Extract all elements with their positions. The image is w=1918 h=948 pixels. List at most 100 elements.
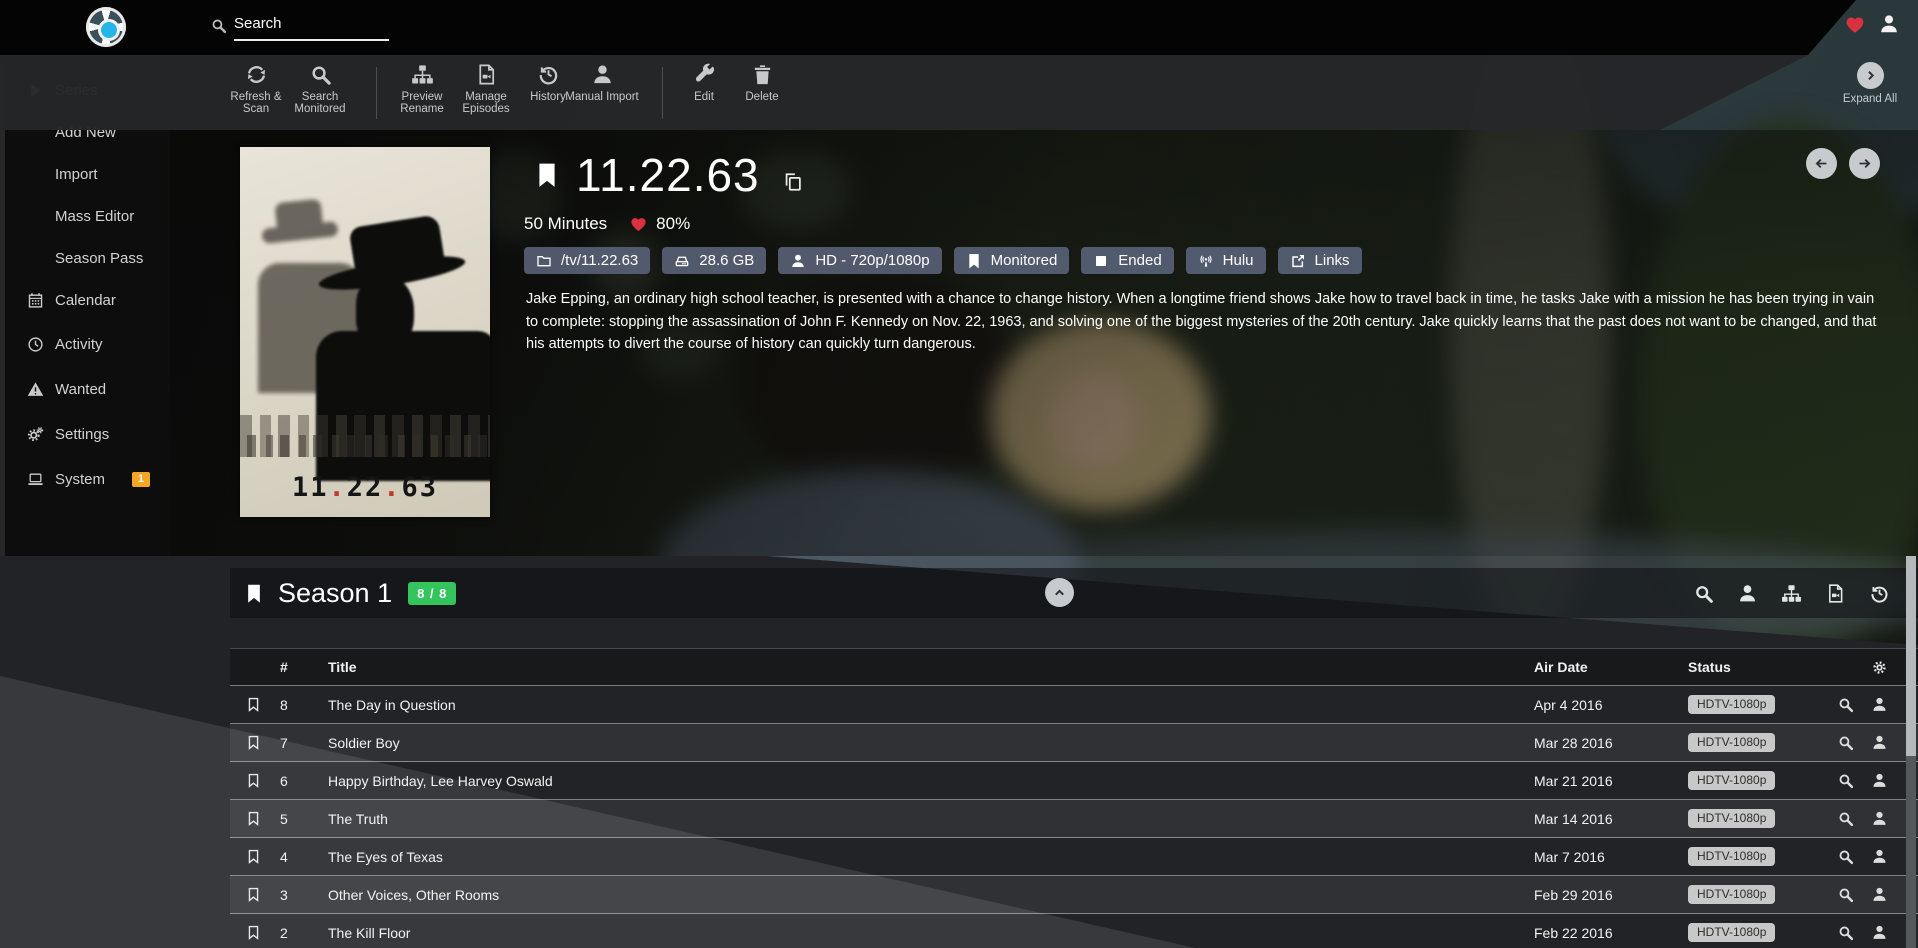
auto-search-icon[interactable]: [1837, 886, 1854, 903]
episode-title[interactable]: The Eyes of Texas: [328, 849, 1534, 865]
manual-search-icon[interactable]: [1871, 734, 1888, 751]
quality-badge: HDTV-1080p: [1688, 923, 1775, 942]
season-progress-badge: 8 / 8: [408, 582, 456, 605]
bookmark-icon: [966, 253, 982, 269]
bookmark-outline-icon[interactable]: [246, 733, 261, 752]
manual-search-icon[interactable]: [1871, 696, 1888, 713]
user-icon[interactable]: [1878, 13, 1900, 35]
person-icon: [591, 63, 614, 86]
next-series-button[interactable]: [1849, 148, 1880, 179]
table-row: 2 The Kill Floor Feb 22 2016 HDTV-1080p: [230, 914, 1918, 948]
expand-all-button[interactable]: Expand All: [1830, 62, 1910, 105]
auto-search-icon[interactable]: [1837, 696, 1854, 713]
search-icon: [210, 17, 227, 34]
search-input[interactable]: [234, 13, 389, 41]
delete-button[interactable]: Delete: [724, 63, 800, 125]
quality-badge: HDTV-1080p: [1688, 809, 1775, 828]
status-badge: Ended: [1081, 247, 1173, 274]
table-row: 7 Soldier Boy Mar 28 2016 HDTV-1080p: [230, 724, 1918, 762]
episode-air-date: Apr 4 2016: [1534, 697, 1688, 713]
manual-search-icon[interactable]: [1871, 772, 1888, 789]
series-title: 11.22.63: [576, 148, 760, 202]
size-badge: 28.6 GB: [662, 247, 766, 274]
quality-badge: HDTV-1080p: [1688, 733, 1775, 752]
episode-title[interactable]: The Kill Floor: [328, 925, 1534, 941]
history-icon[interactable]: [1869, 583, 1890, 604]
col-header-air-date[interactable]: Air Date: [1534, 659, 1688, 675]
wrench-icon: [693, 63, 716, 86]
season-action-icons: [1693, 583, 1890, 604]
quality-badge: HDTV-1080p: [1688, 771, 1775, 790]
stop-icon: [1093, 253, 1109, 269]
scrollbar-thumb[interactable]: [1906, 556, 1916, 756]
bookmark-outline-icon[interactable]: [246, 809, 261, 828]
manual-search-icon[interactable]: [1871, 810, 1888, 827]
manual-search-icon[interactable]: [1871, 848, 1888, 865]
episode-title[interactable]: Other Voices, Other Rooms: [328, 887, 1534, 903]
previous-series-button[interactable]: [1806, 148, 1837, 179]
episode-title[interactable]: Happy Birthday, Lee Harvey Oswald: [328, 773, 1534, 789]
col-header-title[interactable]: Title: [328, 659, 1534, 675]
series-poster: 11.22.63: [240, 147, 490, 517]
table-row: 5 The Truth Mar 14 2016 HDTV-1080p: [230, 800, 1918, 838]
table-row: 8 The Day in Question Apr 4 2016 HDTV-10…: [230, 686, 1918, 724]
sonarr-logo[interactable]: [86, 7, 126, 47]
donate-heart-icon[interactable]: [1844, 15, 1866, 35]
col-header-status[interactable]: Status: [1688, 659, 1824, 675]
bookmark-icon[interactable]: [534, 157, 560, 193]
series-badges: /tv/11.22.63 28.6 GB HD - 720p/1080p Mon…: [524, 247, 1362, 274]
episode-air-date: Mar 14 2016: [1534, 811, 1688, 827]
person-icon[interactable]: [1737, 583, 1758, 604]
search-icon[interactable]: [1693, 583, 1714, 604]
bookmark-outline-icon[interactable]: [246, 885, 261, 904]
episode-air-date: Mar 21 2016: [1534, 773, 1688, 789]
episode-number: 2: [280, 925, 328, 941]
manual-import-button[interactable]: Manual Import: [564, 63, 640, 125]
bookmark-outline-icon[interactable]: [246, 771, 261, 790]
copy-icon[interactable]: [782, 171, 804, 193]
chevron-up-icon: [1052, 585, 1067, 600]
episode-table-header: # Title Air Date Status: [230, 648, 1918, 686]
auto-search-icon[interactable]: [1837, 848, 1854, 865]
heart-icon: [629, 216, 648, 233]
episode-title[interactable]: The Day in Question: [328, 697, 1534, 713]
series-rating: 80%: [656, 214, 690, 234]
links-badge[interactable]: Links: [1278, 247, 1362, 274]
episode-title[interactable]: Soldier Boy: [328, 735, 1534, 751]
toolbar-separator: [662, 67, 663, 119]
auto-search-icon[interactable]: [1837, 734, 1854, 751]
episode-number: 6: [280, 773, 328, 789]
episode-air-date: Feb 29 2016: [1534, 887, 1688, 903]
bookmark-outline-icon[interactable]: [246, 923, 261, 942]
gear-icon[interactable]: [1871, 659, 1888, 676]
episode-title[interactable]: The Truth: [328, 811, 1534, 827]
season-collapse-button[interactable]: [1045, 578, 1074, 607]
manual-search-icon[interactable]: [1871, 924, 1888, 941]
sitemap-icon[interactable]: [1781, 583, 1802, 604]
search-monitored-button[interactable]: Search Monitored: [282, 63, 358, 125]
file-video-icon[interactable]: [1825, 583, 1846, 604]
refresh-icon: [245, 63, 268, 86]
quality-badge: HDTV-1080p: [1688, 847, 1775, 866]
path-badge: /tv/11.22.63: [524, 247, 650, 274]
external-link-icon: [1290, 253, 1306, 269]
bookmark-icon[interactable]: [244, 580, 264, 607]
auto-search-icon[interactable]: [1837, 810, 1854, 827]
bookmark-outline-icon[interactable]: [246, 847, 261, 866]
arrow-left-icon: [1813, 155, 1830, 172]
episode-air-date: Mar 28 2016: [1534, 735, 1688, 751]
drive-icon: [674, 253, 690, 269]
episode-number: 4: [280, 849, 328, 865]
bookmark-outline-icon[interactable]: [246, 695, 261, 714]
manual-search-icon[interactable]: [1871, 886, 1888, 903]
col-header-number[interactable]: #: [280, 659, 328, 675]
auto-search-icon[interactable]: [1837, 924, 1854, 941]
auto-search-icon[interactable]: [1837, 772, 1854, 789]
quality-badge: HDTV-1080p: [1688, 885, 1775, 904]
series-runtime: 50 Minutes: [524, 214, 607, 234]
episode-number: 3: [280, 887, 328, 903]
page-scrollbar[interactable]: [1906, 556, 1916, 948]
table-row: 3 Other Voices, Other Rooms Feb 29 2016 …: [230, 876, 1918, 914]
poster-title: 11.22.63: [240, 472, 490, 503]
file-video-icon: [475, 63, 498, 86]
